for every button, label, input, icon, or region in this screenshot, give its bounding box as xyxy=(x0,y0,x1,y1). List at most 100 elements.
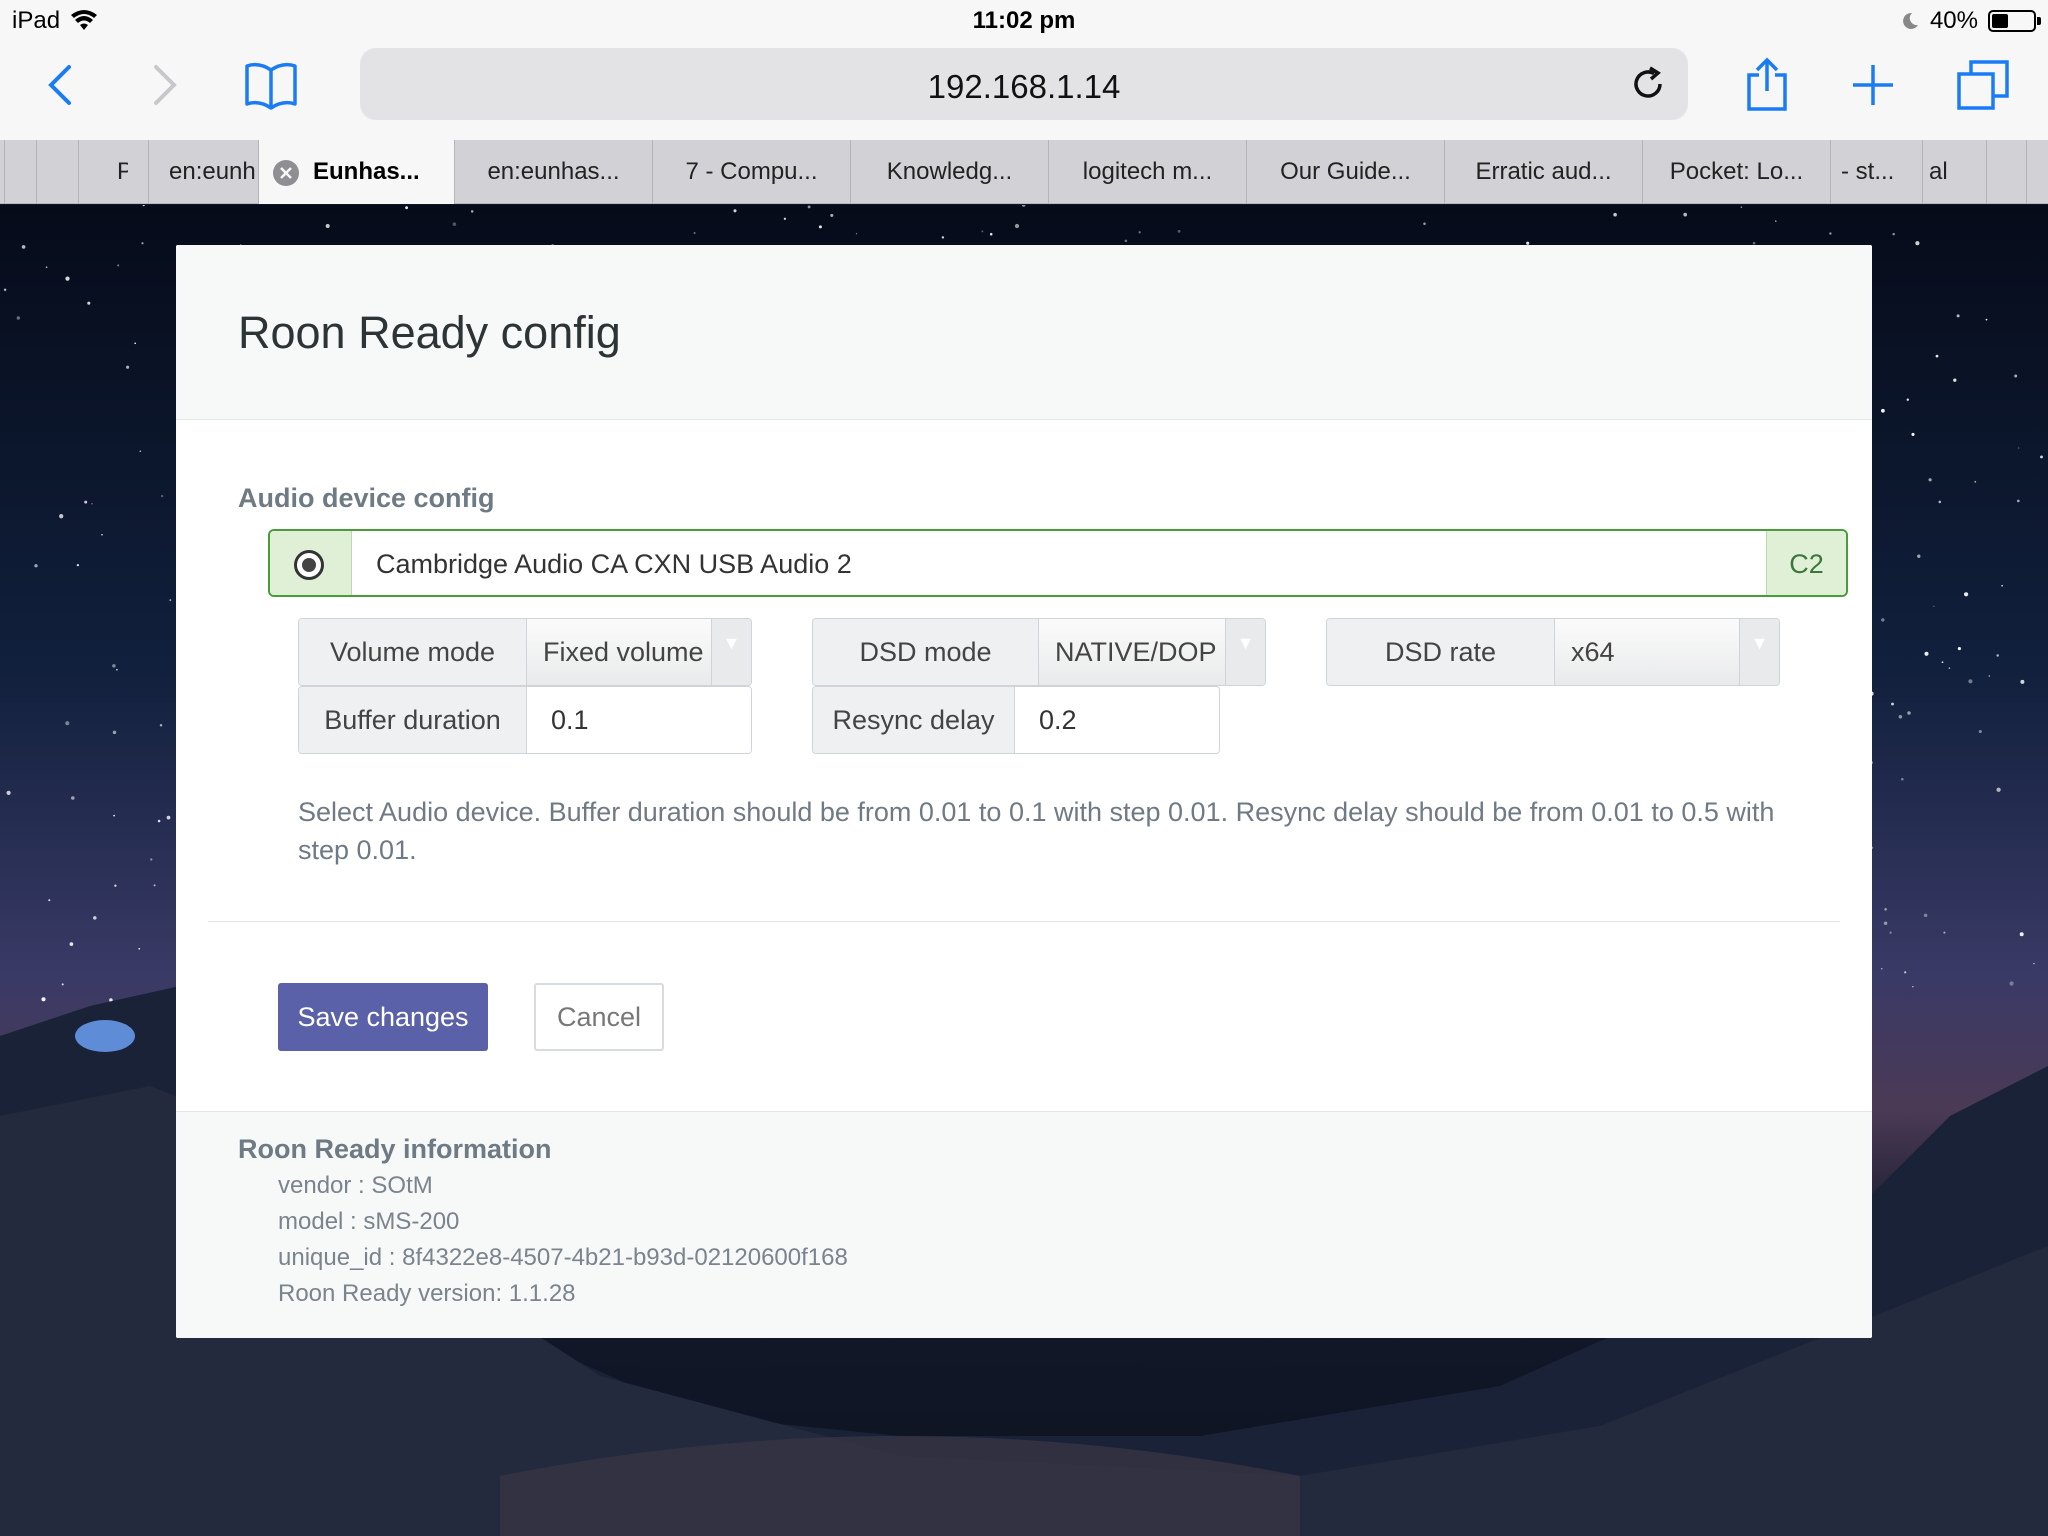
tab-item[interactable]: P xyxy=(78,140,128,204)
star xyxy=(34,564,38,568)
volume-mode-label: Volume mode xyxy=(299,619,527,685)
save-button[interactable]: Save changes xyxy=(278,983,488,1051)
star xyxy=(166,815,171,820)
resync-delay-label: Resync delay xyxy=(813,687,1015,753)
star xyxy=(113,814,115,817)
tab-item[interactable]: en:eunhas... xyxy=(454,140,652,204)
back-button[interactable] xyxy=(25,50,95,120)
buffer-duration-field: Buffer duration 0.1 xyxy=(298,686,752,754)
star xyxy=(1915,241,1920,246)
bookmarks-button[interactable] xyxy=(236,50,306,120)
star xyxy=(21,245,26,249)
caret-down-icon[interactable]: ▼ xyxy=(1739,619,1779,685)
star xyxy=(1138,231,1141,234)
radio-icon[interactable] xyxy=(294,550,324,580)
tab-item[interactable]: Knowledg... xyxy=(850,140,1048,204)
star xyxy=(783,217,787,220)
url-text: 192.168.1.14 xyxy=(927,68,1121,105)
device-tag: C2 xyxy=(1766,531,1846,595)
tab-strip: P en:eunh Eunhas... en:eunhas... 7 - Com… xyxy=(0,140,2048,204)
star xyxy=(91,502,93,505)
tab-active[interactable]: Eunhas... xyxy=(258,140,454,204)
tab-item[interactable]: en:eunh xyxy=(148,140,258,204)
device-radio-addon[interactable] xyxy=(270,531,352,595)
info-unique-id: unique_id : 8f4322e8-4507-4b21-b93d-0212… xyxy=(278,1244,848,1271)
reload-icon[interactable] xyxy=(1626,62,1670,106)
tab-stack[interactable] xyxy=(2026,140,2048,204)
battery-icon xyxy=(1988,10,2041,32)
new-tab-icon xyxy=(1853,65,1893,105)
audio-device-name[interactable]: Cambridge Audio CA CXN USB Audio 2 xyxy=(352,531,1766,595)
audio-device-selector[interactable]: Cambridge Audio CA CXN USB Audio 2 C2 xyxy=(268,529,1848,597)
divider xyxy=(208,921,1840,922)
share-button[interactable] xyxy=(1732,50,1802,120)
star xyxy=(76,563,80,567)
info-vendor: vendor : SOtM xyxy=(278,1172,433,1199)
tab-item[interactable]: Our Guide... xyxy=(1246,140,1444,204)
dsd-mode-field: DSD mode NATIVE/DOP ▼ xyxy=(812,618,1266,686)
close-tab-icon[interactable] xyxy=(273,160,299,186)
star xyxy=(117,264,120,267)
tab-item[interactable]: al xyxy=(1922,140,1986,204)
tabs-button[interactable] xyxy=(1948,50,2018,120)
star xyxy=(1891,702,1894,706)
star xyxy=(989,232,993,236)
star xyxy=(693,231,696,235)
star xyxy=(1775,220,1777,222)
address-bar[interactable]: 192.168.1.14 xyxy=(360,48,1688,120)
star xyxy=(2016,499,2020,503)
star xyxy=(142,205,145,207)
page-title: Roon Ready config xyxy=(238,307,621,358)
star xyxy=(2018,447,2020,449)
tab-item[interactable]: Erratic aud... xyxy=(1444,140,1642,204)
dsd-rate-select[interactable]: x64 ▼ xyxy=(1555,619,1779,685)
tab-stack[interactable] xyxy=(1986,140,2026,204)
star xyxy=(1907,711,1911,715)
dsd-rate-field: DSD rate x64 ▼ xyxy=(1326,618,1780,686)
caret-down-icon[interactable]: ▼ xyxy=(711,619,751,685)
tab-stack[interactable] xyxy=(4,140,36,204)
star xyxy=(1996,787,2001,792)
star xyxy=(1924,651,1929,656)
star xyxy=(48,899,51,902)
bookmarks-icon xyxy=(245,62,297,110)
cancel-button[interactable]: Cancel xyxy=(534,983,664,1051)
volume-mode-field: Volume mode Fixed volume ▼ xyxy=(298,618,752,686)
dsd-mode-select[interactable]: NATIVE/DOP ▼ xyxy=(1039,619,1265,685)
info-version: Roon Ready version: 1.1.28 xyxy=(278,1280,576,1307)
tab-item[interactable]: Pocket: Lo... xyxy=(1642,140,1830,204)
star xyxy=(112,664,116,668)
clock: 11:02 pm xyxy=(972,7,1076,34)
star xyxy=(1941,661,1944,664)
tab-item[interactable]: logitech m... xyxy=(1048,140,1246,204)
star xyxy=(126,365,130,369)
star xyxy=(1613,212,1617,217)
star xyxy=(84,500,88,504)
star xyxy=(1953,378,1957,382)
battery-fill xyxy=(1992,14,2008,28)
tab-item[interactable]: - st... xyxy=(1830,140,1922,204)
star xyxy=(159,723,163,727)
dsd-mode-label: DSD mode xyxy=(813,619,1039,685)
caret-down-icon[interactable]: ▼ xyxy=(1225,619,1265,685)
star xyxy=(1985,318,1988,321)
share-icon xyxy=(1747,57,1787,111)
star xyxy=(1740,206,1743,209)
forward-button[interactable] xyxy=(130,50,200,120)
star xyxy=(1124,239,1128,243)
star xyxy=(1911,432,1915,436)
resync-delay-input[interactable]: 0.2 xyxy=(1015,687,1219,753)
star xyxy=(87,301,91,305)
tab-stack[interactable] xyxy=(36,140,78,204)
card-header: Roon Ready config xyxy=(176,245,1872,420)
star xyxy=(1892,232,1895,236)
buffer-duration-input[interactable]: 0.1 xyxy=(527,687,751,753)
star xyxy=(169,599,172,602)
star xyxy=(6,790,11,796)
new-tab-button[interactable] xyxy=(1838,50,1908,120)
star xyxy=(1928,478,1932,482)
tab-item[interactable]: 7 - Compu... xyxy=(652,140,850,204)
star xyxy=(1968,679,1973,684)
volume-mode-select[interactable]: Fixed volume ▼ xyxy=(527,619,751,685)
star xyxy=(830,213,834,217)
